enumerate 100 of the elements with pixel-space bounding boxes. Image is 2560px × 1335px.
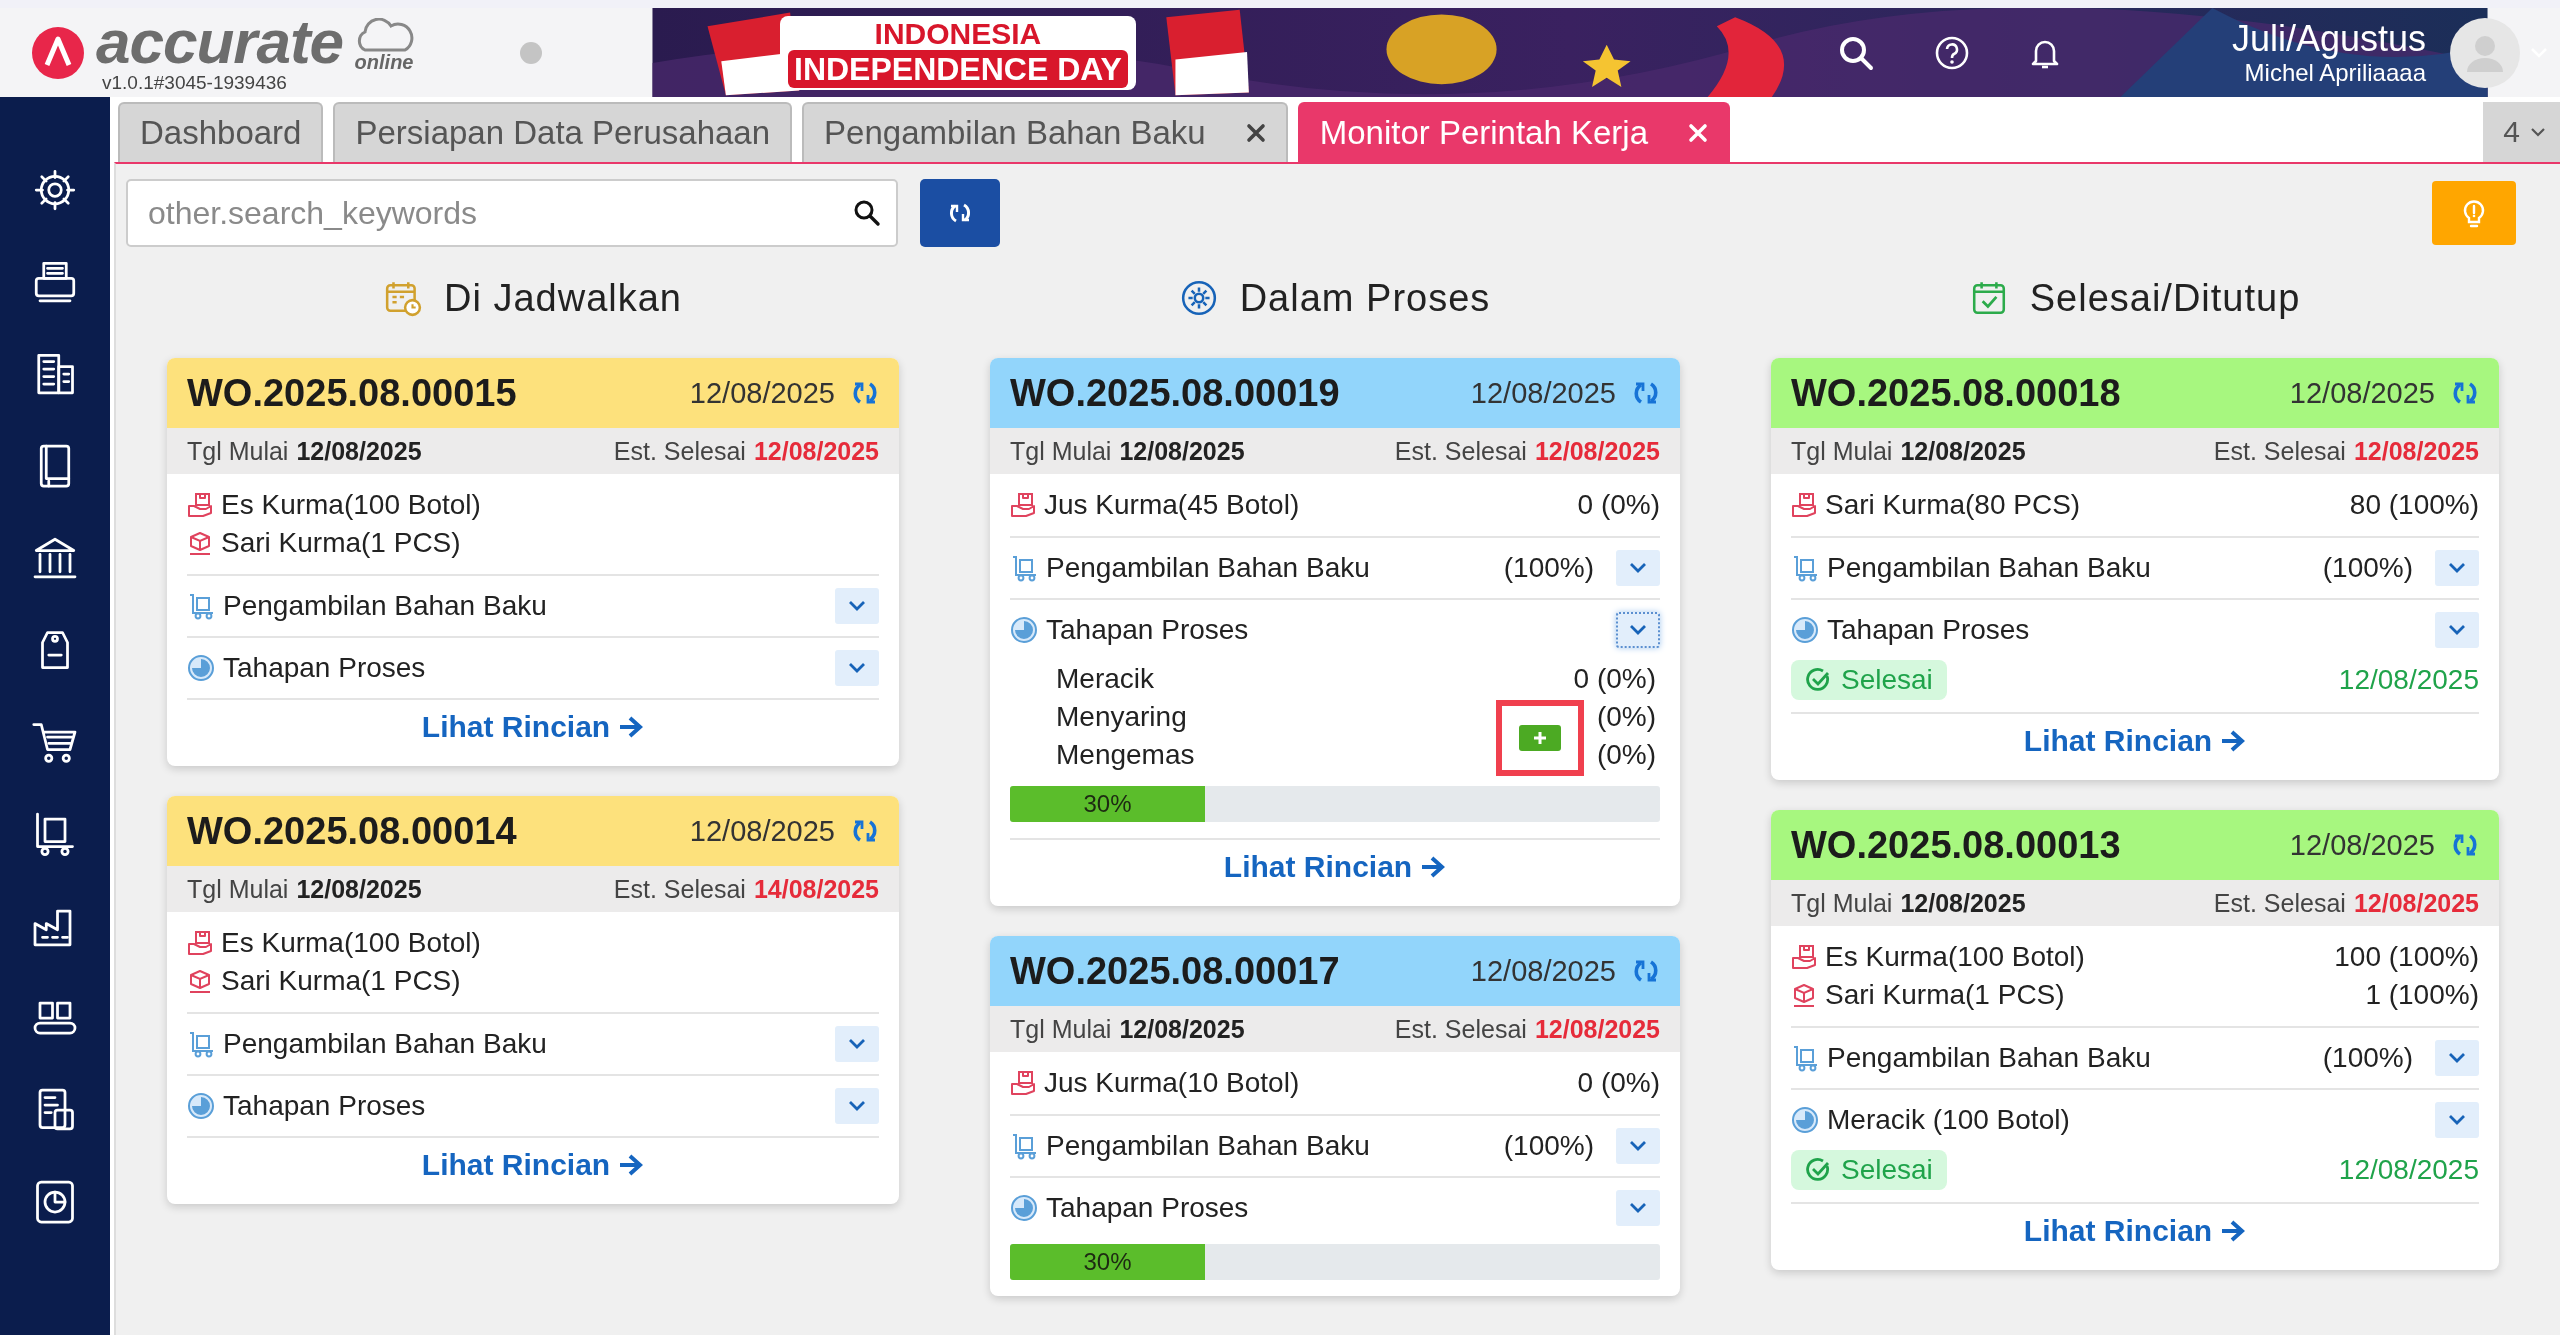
- chevron-down-icon: [2448, 562, 2466, 574]
- expand-button[interactable]: [1616, 1128, 1660, 1164]
- section-label: Pengambilan Bahan Baku: [223, 590, 547, 622]
- add-button[interactable]: [1519, 725, 1561, 751]
- completion-date: 12/08/2025: [2338, 1154, 2479, 1186]
- end-date: 12/08/2025: [2353, 888, 2479, 918]
- section-percentage: (100%): [2322, 552, 2413, 584]
- stage-quantity: (0%): [1596, 739, 1656, 771]
- tab-count-button[interactable]: 4: [2483, 102, 2560, 162]
- box-icon: [187, 968, 213, 994]
- expand-button[interactable]: [835, 650, 879, 686]
- close-icon[interactable]: [1688, 123, 1709, 143]
- package-hand-icon: [1791, 492, 1817, 518]
- help-icon[interactable]: [1933, 34, 1970, 71]
- check-circle-icon: [1805, 1157, 1831, 1183]
- expand-button[interactable]: [2435, 550, 2479, 586]
- section-label: Pengambilan Bahan Baku: [1827, 1042, 2151, 1074]
- logo-text: accurate: [96, 11, 344, 72]
- order-number: WO.2025.08.00018: [1791, 371, 2121, 415]
- expand-button[interactable]: [2435, 1040, 2479, 1076]
- order-date: 12/08/2025: [689, 376, 835, 410]
- expand-button[interactable]: [835, 588, 879, 624]
- expand-button[interactable]: [2435, 1102, 2479, 1138]
- expand-button[interactable]: [835, 1088, 879, 1124]
- arrow-right-icon: [2220, 729, 2247, 753]
- section-label: Pengambilan Bahan Baku: [1827, 552, 2151, 584]
- section-label: Tahapan Proses: [1046, 614, 1249, 646]
- section-label: Tahapan Proses: [223, 652, 426, 684]
- period-label: Juli/Agustus: [2231, 18, 2426, 59]
- product-name: Sari Kurma(80 PCS): [1825, 489, 2081, 521]
- details-link[interactable]: Lihat Rincian: [2023, 1214, 2247, 1248]
- end-label: Est. Selesai: [2213, 436, 2346, 466]
- tab[interactable]: Monitor Perintah Kerja: [1297, 102, 1731, 162]
- calendar-clock-icon: [384, 279, 422, 317]
- chevron-down-icon: [848, 1038, 866, 1050]
- start-date: 12/08/2025: [1900, 888, 2026, 918]
- close-icon[interactable]: [1245, 123, 1266, 143]
- tab[interactable]: Pengambilan Bahan Baku: [802, 102, 1288, 162]
- product-name: Jus Kurma(45 Botol): [1044, 489, 1300, 521]
- product-quantity: 1 (100%): [2365, 979, 2479, 1011]
- check-circle-icon: [1805, 667, 1831, 693]
- section-percentage: (100%): [2322, 1042, 2413, 1074]
- search-field[interactable]: other.search_keywords: [126, 179, 898, 247]
- tab[interactable]: Persiapan Data Perusahaan: [333, 102, 793, 162]
- search-icon[interactable]: [852, 198, 882, 228]
- expand-button[interactable]: [1616, 550, 1660, 586]
- start-date: 12/08/2025: [1900, 436, 2026, 466]
- package-hand-icon: [187, 492, 213, 518]
- section-label: Pengambilan Bahan Baku: [223, 1028, 547, 1060]
- end-label: Est. Selesai: [613, 874, 746, 904]
- chevron-down-icon: [1629, 1202, 1647, 1214]
- package-hand-icon: [1010, 1070, 1036, 1096]
- details-link[interactable]: Lihat Rincian: [421, 1148, 645, 1182]
- order-date: 12/08/2025: [689, 814, 835, 848]
- section-label: Tahapan Proses: [1046, 1192, 1249, 1224]
- details-link[interactable]: Lihat Rincian: [2023, 724, 2247, 758]
- chevron-down-icon: [1629, 1140, 1647, 1152]
- chevron-down-icon: [2448, 624, 2466, 636]
- chevron-down-icon: [848, 600, 866, 612]
- tab[interactable]: Dashboard: [118, 102, 324, 162]
- expand-button[interactable]: [1616, 1190, 1660, 1226]
- product-name: Es Kurma(100 Botol): [1825, 941, 2085, 973]
- pie-progress-icon: [1791, 1106, 1819, 1134]
- package-hand-icon: [1010, 492, 1036, 518]
- pie-progress-icon: [187, 1092, 215, 1120]
- chevron-down-icon: [2448, 1114, 2466, 1126]
- start-label: Tgl Mulai: [1010, 1014, 1112, 1044]
- section-percentage: (100%): [1503, 1130, 1594, 1162]
- start-label: Tgl Mulai: [1791, 436, 1893, 466]
- status-text: Selesai: [1841, 664, 1933, 696]
- banner-subtitle: INDEPENDENCE DAY: [788, 49, 1128, 88]
- pie-progress-icon: [187, 654, 215, 682]
- product-name: Es Kurma(100 Botol): [221, 489, 481, 521]
- expand-button[interactable]: [835, 1026, 879, 1062]
- banner-title: INDONESIA: [874, 17, 1042, 50]
- details-link[interactable]: Lihat Rincian: [421, 710, 645, 744]
- arrow-right-icon: [618, 715, 645, 739]
- order-number: WO.2025.08.00014: [187, 809, 517, 853]
- logo-icon: [30, 24, 86, 81]
- avatar-icon[interactable]: [2450, 17, 2520, 88]
- start-date: 12/08/2025: [1119, 1014, 1245, 1044]
- end-label: Est. Selesai: [1394, 1014, 1527, 1044]
- plus-icon: [1532, 730, 1548, 746]
- trolley-icon: [1791, 1044, 1819, 1072]
- refresh-button[interactable]: [920, 179, 1000, 247]
- details-link[interactable]: Lihat Rincian: [1223, 850, 1447, 884]
- order-number: WO.2025.08.00015: [187, 371, 517, 415]
- section-label: Pengambilan Bahan Baku: [1046, 1130, 1370, 1162]
- start-label: Tgl Mulai: [187, 436, 289, 466]
- section-label: Meracik (100 Botol): [1827, 1104, 2070, 1136]
- product-name: Jus Kurma(10 Botol): [1044, 1067, 1300, 1099]
- expand-button[interactable]: [1616, 612, 1660, 648]
- product-quantity: 0 (0%): [1577, 489, 1660, 521]
- stage-name: Menyaring: [1056, 701, 1187, 733]
- order-date: 12/08/2025: [2289, 376, 2435, 410]
- expand-button[interactable]: [2435, 612, 2479, 648]
- product-name: Es Kurma(100 Botol): [221, 927, 481, 959]
- trolley-icon: [1010, 1132, 1038, 1160]
- section-label: Pengambilan Bahan Baku: [1046, 552, 1370, 584]
- end-label: Est. Selesai: [613, 436, 746, 466]
